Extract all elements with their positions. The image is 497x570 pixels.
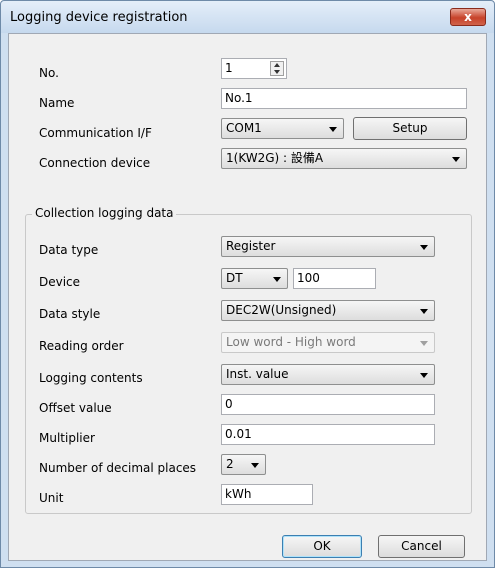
title-bar[interactable]: Logging device registration x xyxy=(1,1,494,33)
cancel-button[interactable]: Cancel xyxy=(378,535,465,558)
close-button[interactable]: x xyxy=(450,8,486,26)
decimal-places-label: Number of decimal places xyxy=(39,461,197,475)
reading-order-value: Low word - High word xyxy=(226,335,356,349)
spin-arrows-icon[interactable] xyxy=(270,61,284,76)
data-style-value: DEC2W(Unsigned) xyxy=(226,303,337,317)
comm-if-select[interactable]: COM1 xyxy=(221,118,344,139)
device-label: Device xyxy=(39,275,81,289)
connection-device-value: 1(KW2G) : 設備A xyxy=(226,151,324,165)
comm-if-label: Communication I/F xyxy=(39,126,152,140)
data-type-select[interactable]: Register xyxy=(221,236,435,257)
decimal-places-value: 2 xyxy=(226,457,234,471)
name-input[interactable]: No.1 xyxy=(221,88,467,109)
reading-order-select: Low word - High word xyxy=(221,332,435,353)
setup-button[interactable]: Setup xyxy=(353,117,467,140)
offset-value-label: Offset value xyxy=(39,401,112,415)
offset-value-input[interactable]: 0 xyxy=(221,394,435,415)
logging-contents-select[interactable]: Inst. value xyxy=(221,364,435,385)
chevron-down-icon xyxy=(420,373,428,378)
data-style-label: Data style xyxy=(39,307,101,321)
device-address-input[interactable]: 100 xyxy=(293,268,376,289)
no-spinner[interactable]: 1 xyxy=(221,58,287,79)
chevron-down-icon xyxy=(273,277,281,282)
data-type-value: Register xyxy=(226,239,276,253)
chevron-down-icon xyxy=(420,245,428,250)
ok-button[interactable]: OK xyxy=(282,535,362,558)
data-type-label: Data type xyxy=(39,243,99,257)
chevron-down-icon xyxy=(329,127,337,132)
chevron-down-icon xyxy=(452,157,460,162)
data-style-select[interactable]: DEC2W(Unsigned) xyxy=(221,300,435,321)
device-type-value: DT xyxy=(226,271,243,285)
dialog-window: Logging device registration x No. 1 Name… xyxy=(0,0,495,568)
no-value: 1 xyxy=(225,61,233,75)
multiplier-label: Multiplier xyxy=(39,431,95,445)
connection-device-label: Connection device xyxy=(39,156,151,170)
chevron-down-icon xyxy=(420,309,428,314)
logging-contents-label: Logging contents xyxy=(39,371,143,385)
unit-input[interactable]: kWh xyxy=(221,484,313,505)
collection-group-title: Collection logging data xyxy=(32,206,177,220)
chevron-down-icon xyxy=(420,341,428,346)
multiplier-input[interactable]: 0.01 xyxy=(221,424,435,445)
window-title: Logging device registration xyxy=(10,10,188,25)
device-type-select[interactable]: DT xyxy=(221,268,288,289)
no-label: No. xyxy=(39,66,59,80)
dialog-client-area: No. 1 Name No.1 Communication I/F COM1 S… xyxy=(8,33,487,561)
connection-device-select[interactable]: 1(KW2G) : 設備A xyxy=(221,148,467,169)
decimal-places-select[interactable]: 2 xyxy=(221,454,266,475)
chevron-down-icon xyxy=(251,463,259,468)
unit-label: Unit xyxy=(39,491,64,505)
reading-order-label: Reading order xyxy=(39,339,124,353)
name-label: Name xyxy=(39,96,75,110)
comm-if-value: COM1 xyxy=(226,121,262,135)
logging-contents-value: Inst. value xyxy=(226,367,289,381)
